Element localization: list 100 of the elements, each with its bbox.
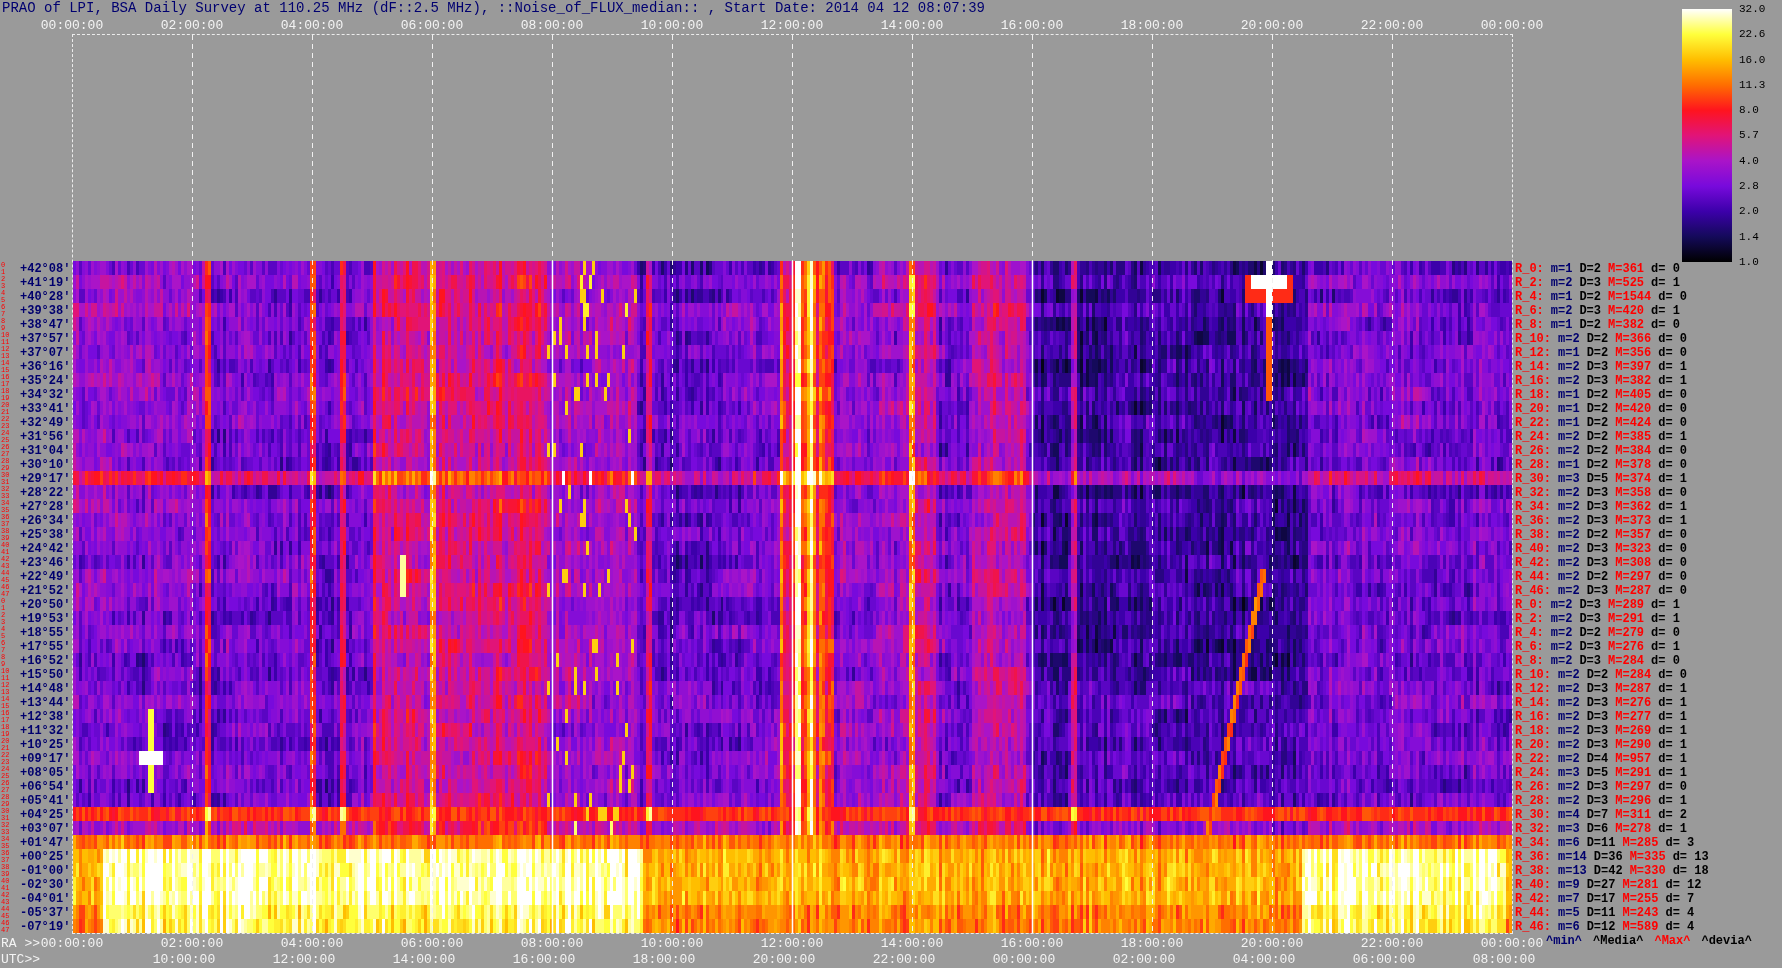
ra-axis-label: 18:00:00 [1120,937,1184,951]
time-axis-label: 12:00:00 [760,19,824,33]
max-value: M=279 [1608,626,1645,640]
row-name: R_36: [1515,514,1551,528]
max-value: M=357 [1615,528,1652,542]
deviation-value: d= 0 [1658,416,1688,430]
row-name: R_26: [1515,780,1551,794]
row-name: R_8: [1515,318,1544,332]
min-value: m=7 [1558,892,1580,906]
declination-label: +09°17' [20,752,71,766]
deviation-value: d= 2 [1658,808,1688,822]
min-value: m=1 [1550,318,1573,332]
declination-label: +21°52' [20,584,71,598]
color-scale-label: 1.4 [1739,230,1759,243]
row-name: R_34: [1515,836,1551,850]
row-name: R_6: [1515,304,1544,318]
median-value: D=3 [1586,794,1609,808]
deviation-value: d= 4 [1665,906,1695,920]
max-value: M=296 [1615,794,1652,808]
declination-label: +30°10' [20,458,71,472]
median-value: D=3 [1586,682,1609,696]
min-value: m=2 [1558,430,1580,444]
min-value: m=3 [1558,766,1580,780]
median-value: D=5 [1586,472,1609,486]
median-value: D=3 [1579,598,1602,612]
declination-label: +27°28' [20,500,71,514]
declination-label: -05°37' [20,906,71,920]
color-scale-label: 1.0 [1739,255,1759,268]
declination-label: +34°32' [20,388,71,402]
median-value: D=2 [1586,416,1609,430]
time-axis-label: 14:00:00 [880,19,944,33]
declination-label: +16°52' [20,654,71,668]
median-value: D=3 [1579,654,1602,668]
utc-axis-label: 18:00:00 [632,953,696,967]
median-value: D=3 [1579,304,1602,318]
declination-label: +23°46' [20,556,71,570]
median-value: D=2 [1579,262,1602,276]
declination-label: -01°00' [20,864,71,878]
min-value: m=2 [1558,710,1580,724]
declination-label: +19°53' [20,612,71,626]
median-value: D=3 [1586,556,1609,570]
max-value: M=308 [1615,556,1652,570]
median-value: D=36 [1593,850,1623,864]
row-name: R_32: [1515,822,1551,836]
deviation-value: d= 0 [1658,388,1688,402]
deviation-value: d= 0 [1658,780,1688,794]
median-value: D=17 [1586,892,1616,906]
declination-label: -02°30' [20,878,71,892]
declination-label: -04°01' [20,892,71,906]
utc-axis-label: 08:00:00 [1472,953,1536,967]
min-value: m=2 [1550,612,1573,626]
color-scale-label: 32.0 [1739,3,1766,15]
min-value: m=2 [1558,738,1580,752]
declination-label: +29°17' [20,472,71,486]
time-axis-label: 10:00:00 [640,19,704,33]
row-name: R_0: [1515,262,1544,276]
utc-axis-label: 12:00:00 [272,953,336,967]
max-value: M=374 [1615,472,1652,486]
median-value: D=7 [1586,808,1609,822]
median-value: D=2 [1586,458,1609,472]
max-value: M=378 [1615,458,1652,472]
deviation-value: d= 4 [1665,920,1695,934]
min-value: m=1 [1550,262,1573,276]
utc-axis-label: 10:00:00 [152,953,216,967]
median-value: D=3 [1579,612,1602,626]
min-value: m=5 [1558,906,1580,920]
max-value: M=281 [1622,878,1659,892]
declination-label: +28°22' [20,486,71,500]
legend-label: ^devia^ [1701,934,1752,948]
min-value: m=4 [1558,808,1580,822]
min-value: m=1 [1550,290,1573,304]
ra-axis-label: 00:00:00 [40,937,104,951]
declination-label: +05°41' [20,794,71,808]
median-value: D=42 [1593,864,1623,878]
min-value: m=2 [1550,598,1573,612]
median-value: D=3 [1579,276,1602,290]
row-name: R_24: [1515,430,1551,444]
color-scale-label: 4.0 [1739,154,1759,167]
row-name: R_12: [1515,682,1551,696]
row-name: R_38: [1515,528,1551,542]
declination-label: +42°08' [20,262,71,276]
utc-axis-label: 04:00:00 [1232,953,1296,967]
deviation-value: d= 3 [1665,836,1695,850]
median-value: D=3 [1586,542,1609,556]
color-scale-label: 16.0 [1739,53,1766,66]
row-name: R_40: [1515,878,1551,892]
max-value: M=385 [1615,430,1652,444]
deviation-value: d= 1 [1658,500,1688,514]
ra-axis-label: 10:00:00 [640,937,704,951]
min-value: m=2 [1558,682,1580,696]
row-name: R_46: [1515,584,1551,598]
row-name: R_0: [1515,598,1544,612]
max-value: M=278 [1615,822,1652,836]
deviation-value: d= 1 [1658,696,1688,710]
median-value: D=3 [1586,724,1609,738]
max-value: M=420 [1608,304,1645,318]
row-name: R_28: [1515,794,1551,808]
median-value: D=12 [1586,920,1616,934]
median-value: D=3 [1586,514,1609,528]
median-value: D=3 [1586,780,1609,794]
